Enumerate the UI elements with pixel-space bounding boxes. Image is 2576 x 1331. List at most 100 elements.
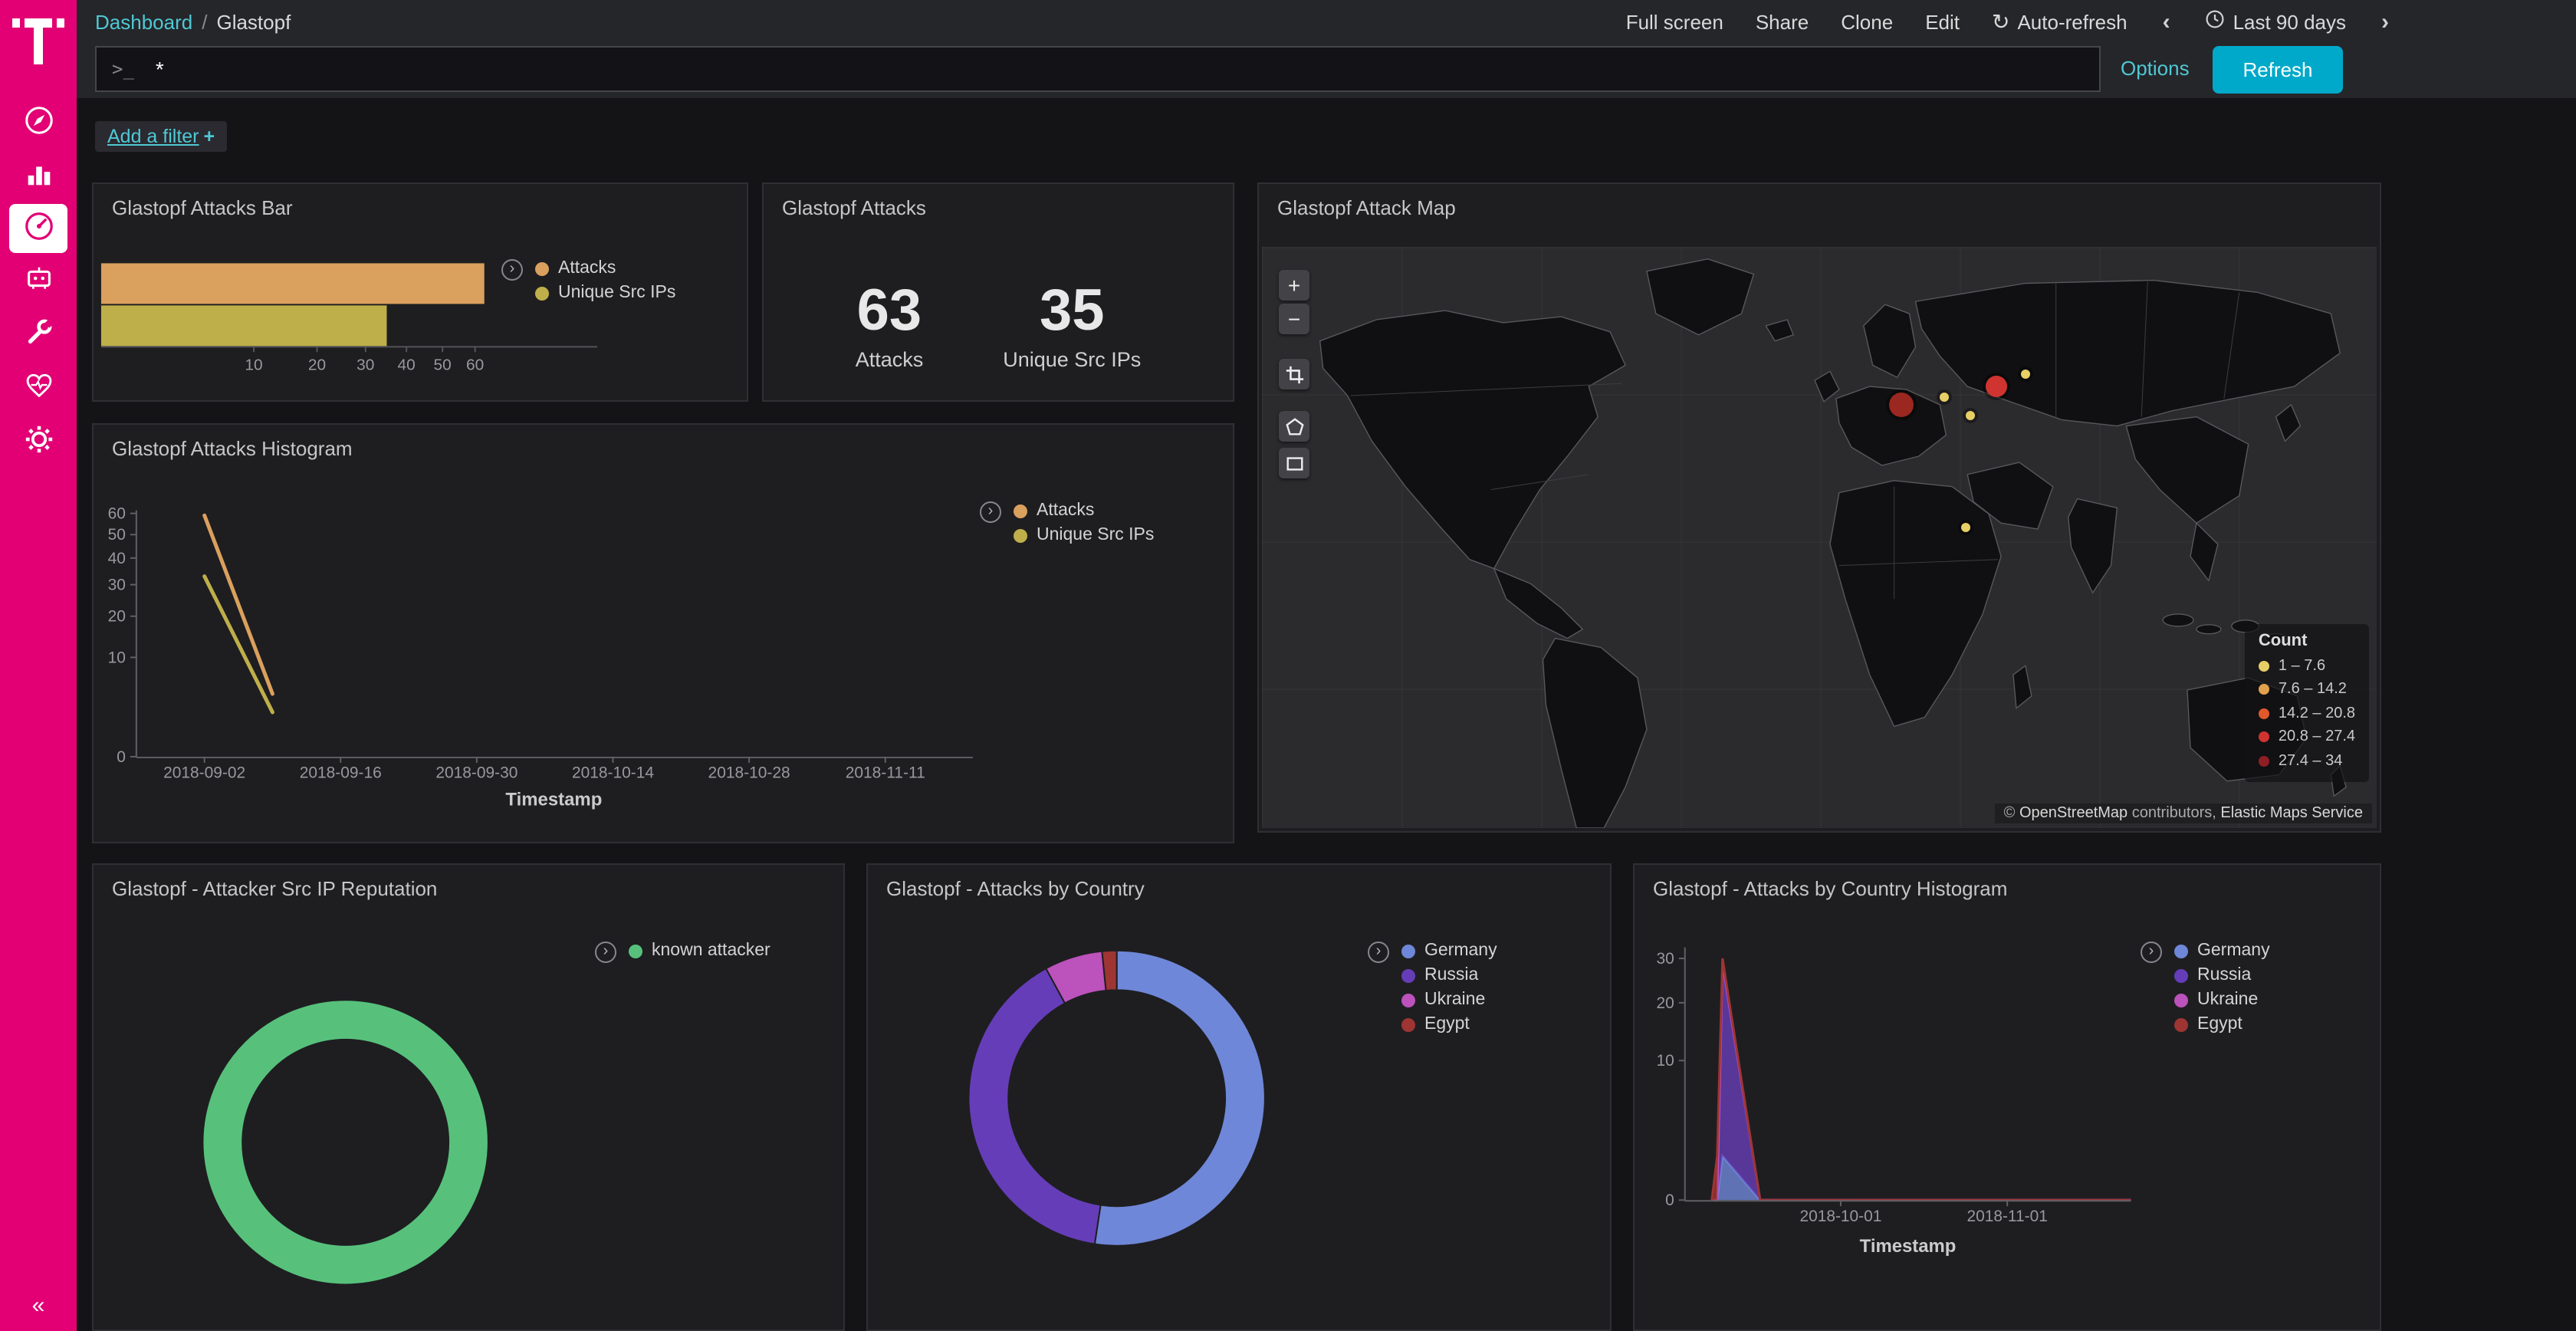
legend-item[interactable]: Unique Src IPs	[535, 284, 675, 302]
sidebar-item-visualize[interactable]	[9, 150, 67, 202]
svg-text:Timestamp: Timestamp	[1860, 1236, 1957, 1257]
options-button[interactable]: Options	[2121, 57, 2190, 80]
svg-text:2018-09-16: 2018-09-16	[300, 764, 382, 782]
logo-dot-right	[57, 18, 64, 28]
legend-label: Russia	[2197, 966, 2251, 984]
legend-toggle-icon[interactable]: ›	[1368, 942, 1389, 963]
breadcrumb-dashboard-link[interactable]: Dashboard	[95, 10, 192, 33]
full-screen-button[interactable]: Full screen	[1626, 10, 1723, 33]
legend-item[interactable]: Attacks	[535, 259, 675, 278]
query-input[interactable]	[156, 57, 2084, 81]
sidebar-item-timelion[interactable]	[9, 255, 67, 307]
map-count-legend: Count 1 – 7.67.6 – 14.214.2 – 20.820.8 –…	[2245, 623, 2369, 782]
chart-legend: › known attacker	[595, 942, 770, 963]
add-filter-button[interactable]: Add a filter+	[95, 121, 227, 152]
svg-text:2018-10-01: 2018-10-01	[1800, 1208, 1882, 1225]
map-legend-color-dot	[2259, 661, 2269, 672]
legend-item[interactable]: Russia	[1401, 966, 1497, 984]
query-input-container[interactable]: >_	[95, 46, 2101, 92]
draw-rectangle-button[interactable]	[1279, 448, 1309, 478]
collapse-sidebar-button[interactable]: «	[0, 1293, 77, 1319]
chart-legend: › Germany Russia Ukraine Egypt	[1368, 942, 1497, 1034]
breadcrumb-separator: /	[202, 10, 207, 33]
map-count-legend-items: 1 – 7.67.6 – 14.214.2 – 20.820.8 – 27.42…	[2259, 654, 2355, 773]
heartbeat-icon	[22, 370, 54, 406]
map-attack-point[interactable]	[1967, 411, 1976, 420]
clone-button[interactable]: Clone	[1841, 10, 1893, 33]
sidebar-item-discover[interactable]	[9, 97, 67, 149]
zoom-out-button[interactable]: −	[1279, 304, 1309, 334]
legend-item[interactable]: Russia	[2174, 966, 2270, 984]
legend-item[interactable]: Ukraine	[2174, 991, 2270, 1009]
map-legend-color-dot	[2259, 756, 2269, 767]
panel-attacker-src-ip-reputation: Glastopf - Attacker Src IP Reputation › k…	[92, 863, 845, 1331]
sidebar-nav	[9, 97, 67, 468]
legend-item[interactable]: Unique Src IPs	[1014, 526, 1154, 544]
svg-text:10: 10	[108, 649, 126, 666]
map-attack-point[interactable]	[2021, 370, 2030, 379]
time-range-button[interactable]: Last 90 days	[2206, 9, 2346, 34]
edit-button[interactable]: Edit	[1925, 10, 1960, 33]
attacks-bar-chart[interactable]: ›AttacksUnique Src IPs 102030405060	[94, 239, 747, 400]
openstreetmap-link[interactable]: OpenStreetMap	[2019, 805, 2128, 822]
legend-item[interactable]: Egypt	[2174, 1015, 2270, 1034]
svg-text:40: 40	[398, 357, 416, 374]
svg-text:10: 10	[245, 357, 262, 374]
top-nav-bar: Dashboard / Glastopf Full screen Share C…	[77, 0, 2576, 43]
legend-item[interactable]: Germany	[1401, 942, 1497, 960]
sidebar-item-monitoring[interactable]	[9, 362, 67, 414]
svg-text:2018-09-30: 2018-09-30	[435, 764, 518, 782]
legend-color-dot	[1401, 944, 1415, 958]
map-legend-range-label: 27.4 – 34	[2279, 749, 2342, 773]
legend-item[interactable]: Egypt	[1401, 1015, 1497, 1034]
chart-legend: › Attacks Unique Src IPs	[501, 259, 675, 302]
attacks-by-country-histogram-chart[interactable]: ›GermanyRussiaUkraineEgypt 01020302018-1…	[1635, 920, 2380, 1329]
time-back-button[interactable]: ‹	[2163, 8, 2170, 35]
refresh-button[interactable]: Refresh	[2213, 46, 2343, 94]
auto-refresh-button[interactable]: ↻ Auto-refresh	[1992, 8, 2128, 35]
attacks-by-country-donut[interactable]: › Germany Russia Ukraine Egypt	[868, 920, 1610, 1329]
legend-color-dot	[1401, 993, 1415, 1007]
legend-color-dot	[1401, 968, 1415, 982]
legend-item[interactable]: Germany	[2174, 942, 2270, 960]
svg-text:40: 40	[108, 550, 126, 567]
panel-attacks-by-country: Glastopf - Attacks by Country ›GermanyRu…	[866, 863, 1612, 1331]
panel-title: Glastopf - Attacks by Country Histogram	[1635, 865, 2380, 900]
src-ip-reputation-donut[interactable]: › known attacker	[94, 920, 843, 1329]
draw-polygon-button[interactable]	[1279, 411, 1309, 442]
legend-item[interactable]: Ukraine	[1401, 991, 1497, 1009]
breadcrumb: Dashboard / Glastopf	[95, 10, 291, 33]
time-forward-button[interactable]: ›	[2381, 8, 2389, 35]
legend-toggle-icon[interactable]: ›	[980, 501, 1001, 523]
legend-color-dot	[2174, 1017, 2188, 1031]
attacks-histogram-chart[interactable]: ›AttacksUnique Src IPs 01020304050602018…	[94, 480, 1233, 842]
svg-text:50: 50	[108, 526, 126, 544]
attack-map[interactable]: + − Count 1 – 7.67.6 – 14.214.2 –	[1262, 247, 2377, 828]
map-attack-point[interactable]	[1888, 393, 1913, 417]
legend-toggle-icon[interactable]: ›	[595, 942, 616, 963]
fit-data-bounds-button[interactable]	[1279, 359, 1309, 389]
legend-color-dot	[2174, 944, 2188, 958]
svg-text:30: 30	[1657, 950, 1674, 968]
elastic-maps-service-link[interactable]: Elastic Maps Service	[2220, 805, 2363, 822]
legend-color-dot	[629, 944, 642, 958]
panel-glastopf-attacks-bar: Glastopf Attacks Bar ›AttacksUnique Src …	[92, 182, 748, 402]
zoom-in-button[interactable]: +	[1279, 270, 1309, 301]
legend-item[interactable]: Attacks	[1014, 501, 1154, 520]
map-rectangle-control	[1279, 448, 1309, 478]
share-button[interactable]: Share	[1756, 10, 1809, 33]
telekom-logo[interactable]	[12, 11, 64, 72]
panel-title: Glastopf Attacks	[764, 184, 1233, 219]
panel-title: Glastopf - Attacker Src IP Reputation	[94, 865, 843, 900]
map-attack-point[interactable]	[1960, 523, 1970, 532]
legend-toggle-icon[interactable]: ›	[501, 259, 523, 281]
add-filter-label: Add a filter	[107, 126, 199, 147]
map-attack-point[interactable]	[1940, 393, 1949, 402]
sidebar-item-dev-tools[interactable]	[9, 308, 67, 360]
legend-toggle-icon[interactable]: ›	[2141, 942, 2162, 963]
map-attack-point[interactable]	[1986, 376, 2007, 397]
sidebar-item-management[interactable]	[9, 416, 67, 468]
bar-chart-icon	[22, 158, 54, 195]
sidebar-item-dashboard[interactable]	[9, 204, 67, 253]
legend-item[interactable]: known attacker	[629, 942, 770, 960]
